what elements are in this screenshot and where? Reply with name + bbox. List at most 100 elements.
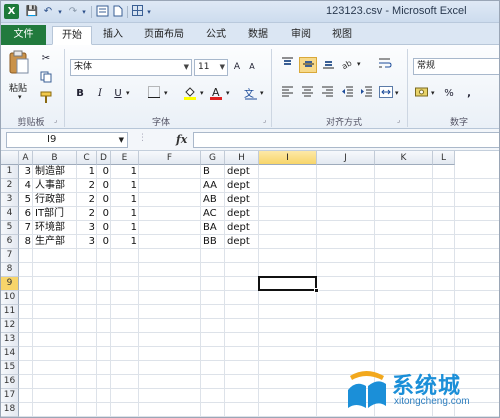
cell[interactable]: 0 — [97, 165, 111, 178]
chevron-down-icon[interactable]: ▾ — [226, 89, 230, 97]
italic-button[interactable]: I — [93, 86, 107, 102]
row-header[interactable]: 10 — [1, 291, 19, 305]
cell[interactable]: 1 — [77, 165, 97, 178]
column-header[interactable]: B — [33, 151, 77, 165]
paste-dropdown-icon[interactable]: ▾ — [18, 93, 22, 101]
cell[interactable]: 生产部 — [33, 235, 77, 248]
redo-dropdown-icon[interactable]: ▾ — [80, 5, 88, 19]
cell[interactable]: 1 — [111, 235, 139, 248]
cell[interactable]: 2 — [77, 179, 97, 192]
column-header[interactable]: D — [97, 151, 111, 165]
align-left-icon[interactable] — [279, 86, 296, 102]
row-header[interactable]: 4 — [1, 207, 19, 221]
cell[interactable]: 1 — [111, 207, 139, 220]
row-header[interactable]: 1 — [1, 165, 19, 179]
cell[interactable]: 行政部 — [33, 193, 77, 206]
cell[interactable]: 0 — [97, 207, 111, 220]
cell[interactable]: 1 — [111, 221, 139, 234]
chevron-down-icon[interactable]: ▼ — [220, 60, 225, 75]
row-header[interactable]: 15 — [1, 361, 19, 375]
cell[interactable]: B — [201, 165, 225, 178]
align-center-icon[interactable] — [299, 86, 316, 102]
merge-center-icon[interactable] — [377, 86, 394, 102]
cell[interactable]: AC — [201, 207, 225, 220]
copy-icon[interactable] — [38, 71, 54, 87]
cell[interactable]: 2 — [77, 207, 97, 220]
decrease-indent-icon[interactable] — [339, 86, 356, 102]
cell[interactable]: 1 — [111, 179, 139, 192]
align-top-icon[interactable] — [279, 57, 296, 73]
chevron-down-icon[interactable]: ▼ — [184, 60, 189, 75]
chevron-down-icon[interactable]: ▾ — [126, 89, 130, 97]
tab-review[interactable]: 审阅 — [284, 26, 318, 45]
row-header[interactable]: 16 — [1, 375, 19, 389]
tab-formulas[interactable]: 公式 — [199, 26, 233, 45]
cell[interactable]: 5 — [19, 193, 33, 206]
chevron-down-icon[interactable]: ▼ — [119, 133, 124, 147]
row-header[interactable]: 7 — [1, 249, 19, 263]
grow-font-icon[interactable]: A — [231, 59, 243, 75]
cell[interactable]: dept — [225, 235, 259, 248]
undo-icon[interactable]: ↶ — [42, 5, 54, 19]
row-header[interactable]: 14 — [1, 347, 19, 361]
qat-customize-icon[interactable]: ▾ — [145, 5, 153, 19]
increase-indent-icon[interactable] — [358, 86, 375, 102]
cell[interactable]: dept — [225, 193, 259, 206]
cell[interactable]: 0 — [97, 221, 111, 234]
cell[interactable]: 1 — [111, 165, 139, 178]
print-preview-icon[interactable] — [95, 5, 109, 19]
fill-color-icon[interactable] — [182, 86, 198, 102]
align-bottom-icon[interactable] — [320, 57, 337, 73]
tab-data[interactable]: 数据 — [241, 26, 275, 45]
cell[interactable]: BB — [201, 235, 225, 248]
column-header[interactable]: G — [201, 151, 225, 165]
cell[interactable]: 4 — [19, 179, 33, 192]
cell[interactable]: 3 — [77, 221, 97, 234]
cell[interactable]: 3 — [19, 165, 33, 178]
column-header[interactable]: E — [111, 151, 139, 165]
cell[interactable]: 2 — [77, 193, 97, 206]
cell[interactable]: AA — [201, 179, 225, 192]
orientation-icon[interactable]: ab — [340, 57, 356, 73]
chevron-down-icon[interactable]: ▾ — [357, 60, 361, 68]
cell[interactable]: 人事部 — [33, 179, 77, 192]
chevron-down-icon[interactable]: ▾ — [395, 89, 399, 97]
underline-button[interactable]: U — [111, 86, 125, 102]
row-header[interactable]: 9 — [1, 277, 19, 291]
column-header[interactable]: H — [225, 151, 259, 165]
insert-function-icon[interactable]: fx — [176, 133, 187, 146]
column-header[interactable]: K — [375, 151, 433, 165]
row-header[interactable]: 8 — [1, 263, 19, 277]
cell[interactable]: dept — [225, 221, 259, 234]
column-header[interactable]: L — [433, 151, 455, 165]
chevron-down-icon[interactable]: ▾ — [431, 89, 435, 97]
chevron-down-icon[interactable]: ▾ — [164, 89, 168, 97]
cell[interactable]: 3 — [77, 235, 97, 248]
cell[interactable]: dept — [225, 179, 259, 192]
chevron-down-icon[interactable]: ▾ — [260, 89, 264, 97]
row-header[interactable]: 2 — [1, 179, 19, 193]
row-header[interactable]: 3 — [1, 193, 19, 207]
column-header[interactable]: J — [317, 151, 375, 165]
paste-icon[interactable] — [7, 49, 31, 79]
phonetic-icon[interactable]: 文 — [243, 86, 259, 102]
tab-insert[interactable]: 插入 — [96, 26, 130, 45]
cell[interactable]: dept — [225, 207, 259, 220]
align-middle-icon[interactable] — [299, 57, 317, 73]
cell[interactable]: IT部门 — [33, 207, 77, 220]
cell[interactable]: 制造部 — [33, 165, 77, 178]
row-header[interactable]: 12 — [1, 319, 19, 333]
cell[interactable]: 7 — [19, 221, 33, 234]
row-header[interactable]: 5 — [1, 221, 19, 235]
cell[interactable]: AB — [201, 193, 225, 206]
font-name-combo[interactable]: 宋体 ▼ — [70, 59, 192, 76]
undo-dropdown-icon[interactable]: ▾ — [56, 5, 64, 19]
tab-view[interactable]: 视图 — [325, 26, 359, 45]
row-header[interactable]: 18 — [1, 403, 19, 417]
name-box[interactable]: I9 ▼ — [6, 132, 128, 148]
formula-input[interactable] — [193, 132, 499, 148]
accounting-format-icon[interactable] — [414, 86, 430, 102]
font-launcher-icon[interactable]: ⌟ — [263, 116, 266, 124]
align-right-icon[interactable] — [319, 86, 336, 102]
row-header[interactable]: 13 — [1, 333, 19, 347]
